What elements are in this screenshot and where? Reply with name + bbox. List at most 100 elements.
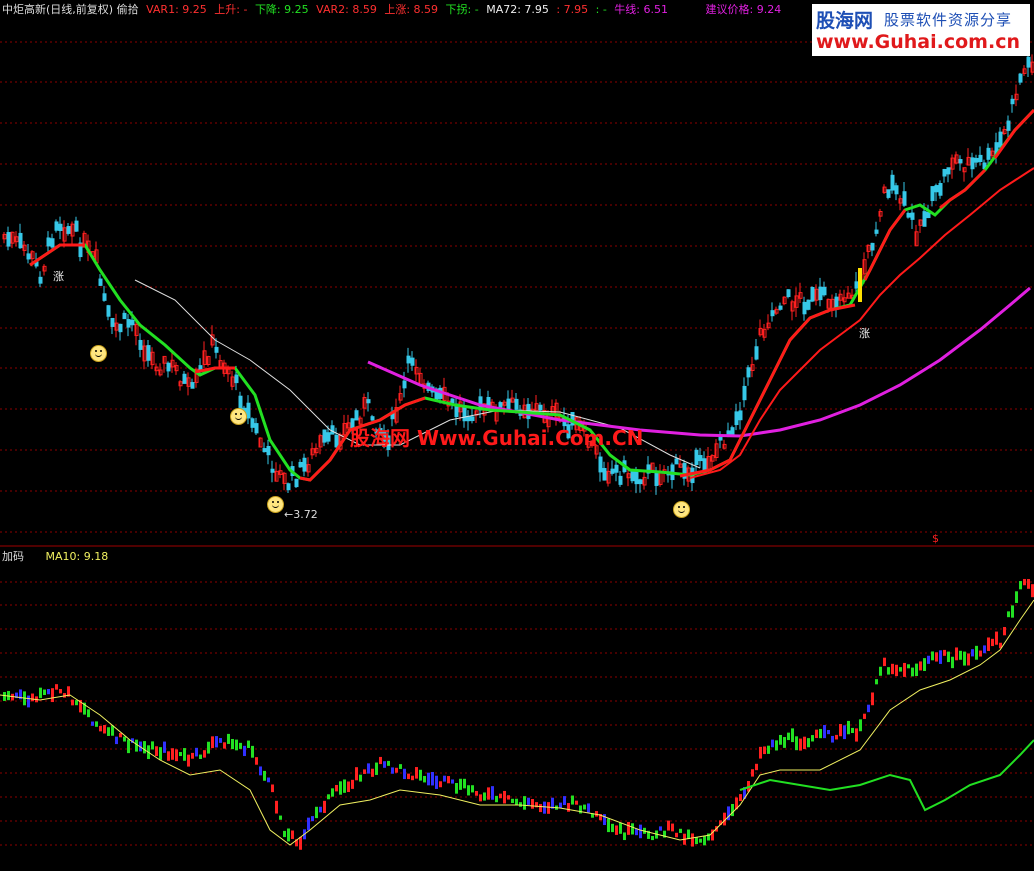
sub-bar — [935, 652, 938, 662]
sub-bar — [467, 785, 470, 796]
sub-bar — [963, 651, 966, 666]
sub-bar — [111, 725, 114, 736]
chart-title: 中炬高新(日线,前复权) 偷拾 — [2, 3, 139, 16]
sub-bar — [379, 756, 382, 765]
sub-bar — [171, 748, 174, 760]
candle-body — [958, 159, 963, 164]
sub-bar — [871, 692, 874, 706]
sub-bar — [351, 779, 354, 789]
sub-bar — [231, 738, 234, 750]
sub-bar — [519, 802, 522, 807]
candle-body — [630, 469, 635, 482]
sub-bar — [183, 748, 186, 761]
sub-bar — [803, 736, 806, 750]
sub-bar — [987, 637, 990, 651]
sub-bar — [799, 738, 802, 751]
ma10-value: MA10: 9.18 — [45, 550, 109, 563]
sub-bar — [899, 667, 902, 672]
sub-bar — [395, 767, 398, 773]
candle-body — [970, 157, 975, 170]
shangsheng-value: 上升: - — [214, 3, 248, 16]
candle-body — [130, 319, 135, 326]
sub-bar — [787, 732, 790, 741]
candle-body — [6, 232, 11, 247]
sub-bar — [907, 664, 910, 669]
watermark: 股海网 Www.Guhai.Com.CN — [350, 426, 644, 450]
candle-body — [654, 472, 659, 486]
sub-bar — [311, 816, 314, 822]
candle-body — [250, 418, 255, 428]
candle-body — [74, 220, 79, 232]
candle-body — [754, 346, 759, 360]
sub-bar — [927, 655, 930, 664]
main-panel-grid — [0, 41, 1034, 533]
niuxian-line — [367, 286, 1031, 438]
sub-bar — [431, 771, 434, 786]
sub-bar — [839, 724, 842, 737]
sub-bar — [1027, 579, 1030, 589]
sub-bar — [359, 774, 362, 782]
candle-body — [598, 456, 603, 473]
candle-body — [110, 317, 115, 327]
candle-body — [946, 167, 951, 175]
sub-bar — [279, 815, 282, 820]
sub-bar — [847, 720, 850, 735]
sub-bar — [807, 738, 810, 748]
addition-indicator-bars — [3, 578, 1034, 850]
sub-bar — [215, 736, 218, 748]
sub-bar — [707, 833, 710, 841]
sub-bar — [615, 825, 618, 835]
candle-body — [294, 478, 299, 488]
candle-body — [234, 374, 239, 384]
sub-bar — [971, 649, 974, 657]
candle-body — [934, 185, 939, 193]
sub-panel-name: 加码 — [2, 550, 24, 563]
sub-bar — [523, 796, 526, 810]
shangzhang-value: 上涨: 8.59 — [384, 3, 439, 16]
sub-bar — [875, 679, 878, 685]
ma72-second-value: : 7.95 — [556, 3, 589, 16]
candle-body — [366, 399, 371, 404]
sub-bar — [495, 795, 498, 803]
candle-body — [810, 287, 815, 302]
candle-body — [874, 229, 879, 234]
sub-bar — [319, 806, 322, 813]
sub-bar — [995, 631, 998, 645]
sub-bar — [419, 769, 422, 781]
sub-bar — [959, 650, 962, 660]
sub-bar — [75, 700, 78, 706]
sub-bar — [955, 647, 958, 661]
sub-bar — [175, 749, 178, 762]
sub-bar — [739, 794, 742, 802]
candle-body — [926, 211, 931, 219]
var2-line — [689, 167, 1034, 479]
sub-bar — [835, 734, 838, 740]
sub-bar — [247, 740, 250, 748]
candle-body — [1018, 73, 1023, 83]
sub-bar — [267, 777, 270, 783]
sub-bar — [299, 836, 302, 850]
sub-bar — [559, 802, 562, 809]
sub-bar — [207, 741, 210, 754]
candle-body — [138, 339, 143, 350]
candle-body — [906, 212, 911, 218]
sub-bar — [763, 746, 766, 755]
candle-body — [326, 432, 331, 442]
candle-body — [498, 402, 503, 408]
candle-body — [102, 293, 107, 301]
sub-bar — [783, 737, 786, 748]
candle-body — [854, 281, 859, 289]
sub-bar — [123, 736, 126, 742]
sub-bar — [675, 832, 678, 838]
sub-bar — [455, 783, 458, 794]
sub-bar — [323, 800, 326, 813]
sub-bar — [463, 778, 466, 789]
candle-body — [698, 455, 703, 462]
sub-bar — [327, 794, 330, 800]
sub-panel-header: 加码 MA10: 9.18 — [2, 548, 114, 564]
sub-bar — [855, 728, 858, 742]
sub-bar — [851, 727, 854, 734]
candle-body — [694, 449, 699, 466]
candle-body — [462, 406, 467, 422]
candle-body — [466, 416, 471, 422]
